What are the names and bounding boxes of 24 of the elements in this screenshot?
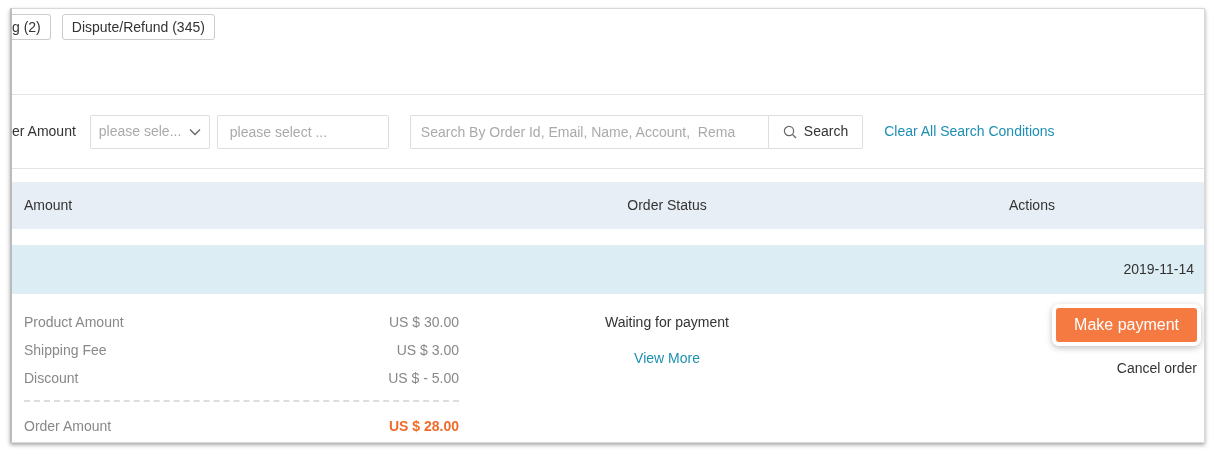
amount-value: US $ 30.00 <box>388 313 459 332</box>
amount-value: US $ - 5.00 <box>388 369 459 388</box>
search-icon <box>782 124 797 139</box>
clear-filters-link[interactable]: Clear All Search Conditions <box>884 121 1055 142</box>
column-header: Amount <box>23 196 74 215</box>
cancel-order-link[interactable]: Cancel order <box>1116 358 1197 379</box>
total-value: US $ 28.00 <box>388 417 459 436</box>
order-date: 2019-11-14 <box>1123 260 1194 279</box>
chevron-down-icon <box>188 127 201 136</box>
amount-label: Discount <box>24 369 79 388</box>
view-more-link[interactable]: View More <box>634 350 700 366</box>
amount-label: Product Amount <box>24 313 124 332</box>
column-header: Actions <box>1008 196 1056 215</box>
total-label: Order Amount <box>24 417 112 436</box>
search-button[interactable]: Search <box>767 114 864 149</box>
amount-field[interactable]: please select ... <box>216 114 389 149</box>
filter-label: er Amount <box>12 122 76 141</box>
status-tab[interactable]: Dispute/Refund (345) <box>61 14 215 40</box>
order-status: Waiting for payment <box>605 314 729 330</box>
amount-label: Shipping Fee <box>24 341 107 360</box>
search-field[interactable]: Search By Order Id, Email, Name, Account, Rema <box>409 114 768 149</box>
column-header: Order Status <box>626 196 708 215</box>
status-tab[interactable]: g (2) <box>12 14 51 40</box>
amount-value: US $ 3.00 <box>396 341 459 360</box>
